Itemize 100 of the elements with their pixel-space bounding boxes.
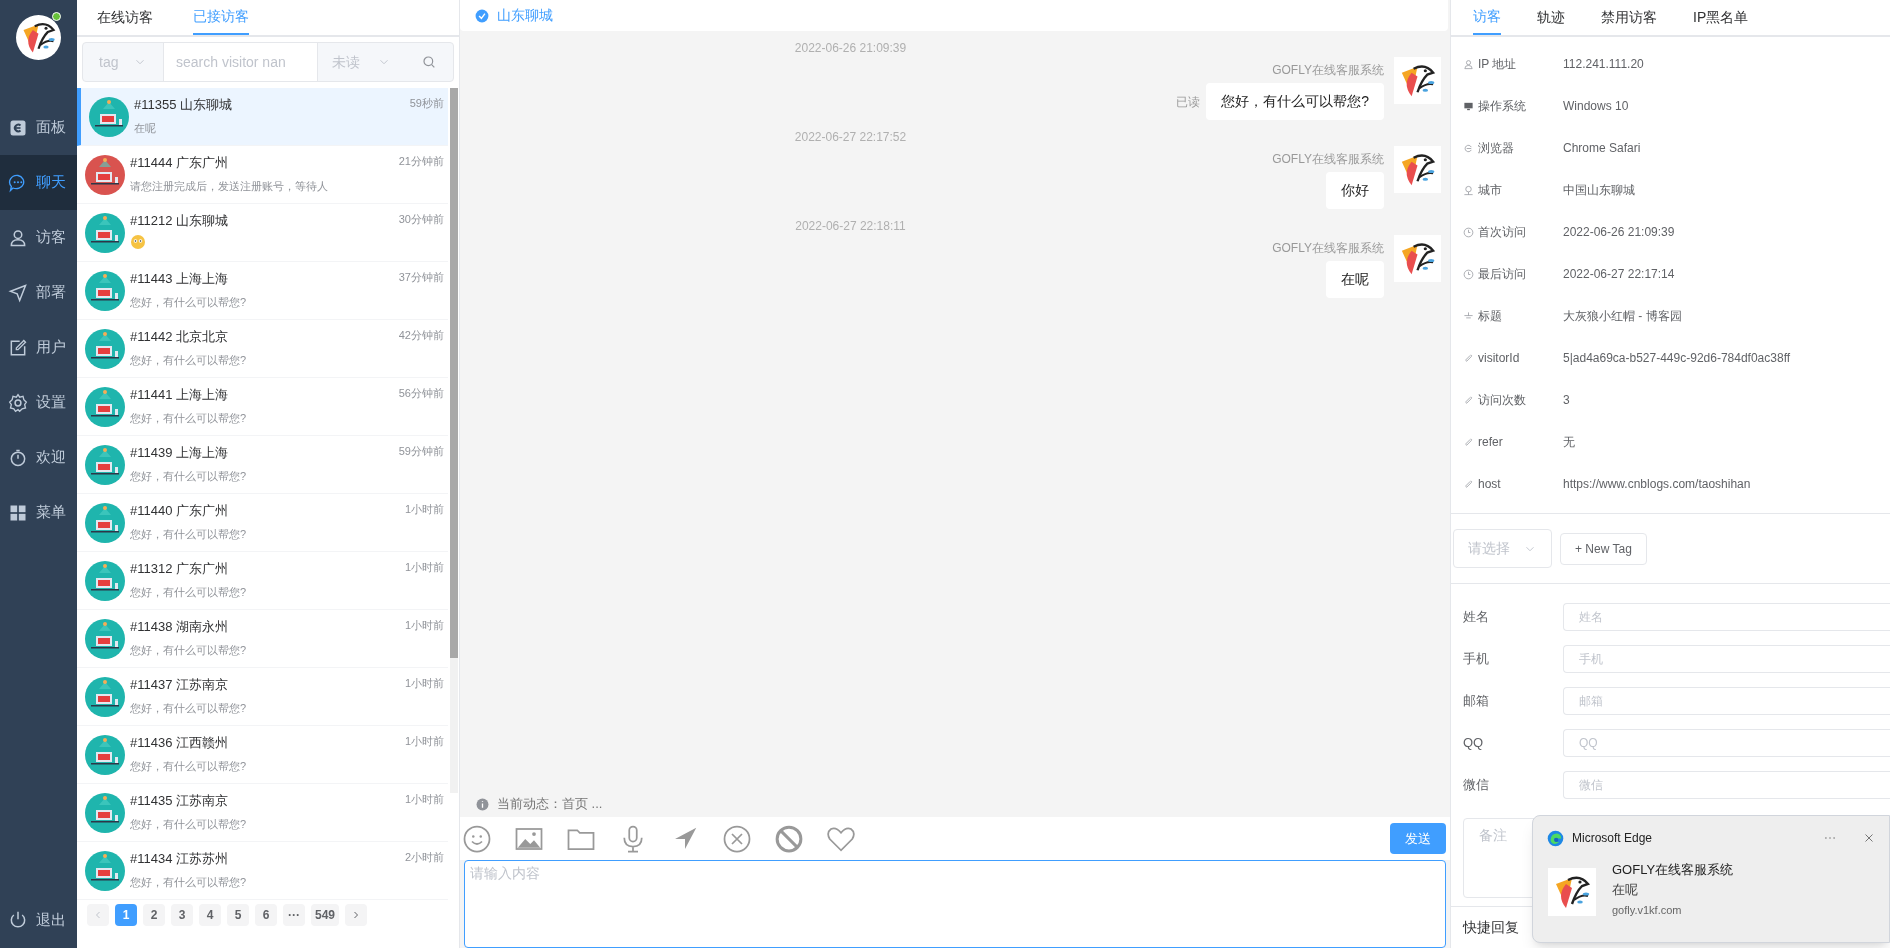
visit-time: 1小时前 (404, 502, 444, 517)
visitor-name: #11441 上海上海 (130, 386, 229, 404)
field-label: 姓名 (1463, 608, 1490, 627)
field-label: 微信 (1463, 776, 1490, 795)
page-button[interactable]: 5 (227, 904, 249, 926)
last-message: 请您注册完成后，发送注册账号，等待人 (130, 178, 329, 194)
info-value: Windows 10 (1563, 98, 1629, 115)
visitor-name: #11443 上海上海 (130, 270, 229, 288)
detail-tab[interactable]: 禁用访客 (1601, 0, 1657, 35)
page-button[interactable]: 3 (171, 904, 193, 926)
paperclip-icon (1463, 436, 1474, 448)
activity-text: 当前动态：首页 ... (497, 795, 603, 814)
scrollbar[interactable] (450, 88, 458, 793)
last-message: 您好，有什么可以帮您? (130, 874, 248, 890)
power-icon (8, 910, 28, 930)
block-icon (774, 823, 804, 854)
person-icon (1463, 58, 1474, 70)
visitor-name: #11444 广东广州 (130, 154, 229, 172)
read-status: 已读 (1176, 93, 1201, 111)
chat-visitor-name: 山东聊城 (497, 6, 553, 25)
logout-button[interactable]: 退出 (0, 900, 77, 940)
last-message: 在呢 (134, 120, 157, 136)
detail-tab[interactable]: IP黑名单 (1693, 0, 1749, 35)
input-field[interactable]: 邮箱 (1563, 687, 1890, 715)
page-button[interactable]: 4 (199, 904, 221, 926)
list-tab[interactable]: 在线访客 (97, 0, 153, 35)
paperclip-icon (1463, 478, 1474, 490)
visit-time: 1小时前 (404, 792, 444, 807)
page-button[interactable]: 2 (143, 904, 165, 926)
message-time: 2022-06-26 21:09:39 (794, 40, 907, 57)
last-message: 您好，有什么可以帮您? (130, 758, 248, 774)
nav-item[interactable]: 欢迎 (0, 430, 77, 485)
person-icon (8, 227, 28, 248)
close-icon (1863, 832, 1875, 844)
last-message: 您好，有什么可以帮您? (130, 468, 248, 484)
page-button[interactable]: 6 (255, 904, 277, 926)
toolbar-button[interactable] (462, 823, 492, 854)
new-tag-button[interactable]: + New Tag (1560, 532, 1647, 565)
stopwatch-icon (8, 447, 28, 468)
message-time: 2022-06-27 22:18:11 (795, 218, 906, 235)
notification-title: GOFLY在线客服系统 (1612, 861, 1734, 879)
sender-name: GOFLY在线客服系统 (1272, 240, 1384, 257)
message-input[interactable]: 请输入内容 (464, 860, 1446, 948)
last-message: 您好，有什么可以帮您? (130, 700, 248, 716)
nav-item[interactable]: 聊天 (0, 155, 77, 210)
visit-time: 2小时前 (404, 850, 444, 865)
quick-reply-heading: 快捷回复 (1463, 919, 1519, 935)
visit-time: 37分钟前 (398, 270, 444, 285)
monitor-icon (1463, 100, 1474, 112)
nav-item[interactable]: 菜单 (0, 485, 77, 540)
info-label: 浏览器 (1478, 140, 1514, 157)
logo-icon (16, 15, 61, 60)
nav-item[interactable]: 面板 (0, 100, 77, 155)
nav-item[interactable]: 用户 (0, 320, 77, 375)
edit-icon (8, 337, 28, 358)
visitor-name: #11439 上海上海 (130, 444, 229, 462)
input-field[interactable]: 微信 (1563, 771, 1890, 799)
visitor-name: #11436 江西赣州 (130, 734, 229, 752)
info-label: 操作系统 (1478, 98, 1526, 115)
info-label: 首次访问 (1478, 224, 1526, 241)
info-value: 2022-06-27 22:17:14 (1563, 266, 1675, 283)
visitor-item[interactable]: #11355 山东聊城 59秒前 在呢 (77, 88, 448, 146)
info-value: 3 (1563, 392, 1570, 409)
info-label: 最后访问 (1478, 266, 1526, 283)
location-icon (1463, 184, 1474, 196)
page-button[interactable]: 549 (311, 904, 340, 926)
visitor-name: #11312 广东广州 (130, 560, 229, 578)
agent-avatar-icon (1394, 146, 1441, 193)
close-circle-icon (722, 823, 752, 854)
info-label: host (1478, 476, 1501, 493)
sender-name: GOFLY在线客服系统 (1272, 151, 1384, 168)
notification-message: 在呢 (1612, 880, 1639, 899)
info-icon (476, 797, 489, 811)
input-field[interactable]: 姓名 (1563, 603, 1890, 631)
toolbar-button[interactable] (774, 823, 804, 854)
detail-tab[interactable]: 轨迹 (1537, 0, 1565, 35)
info-value: 5|ad4a69ca-b527-449c-92d6-784df0ac38ff (1563, 350, 1791, 367)
visitor-name: #11437 江苏南京 (130, 676, 229, 694)
message-bubble: 在呢 (1326, 261, 1384, 298)
info-value: 无 (1563, 434, 1575, 451)
settings-icon (8, 392, 28, 413)
input-field[interactable]: QQ (1563, 729, 1890, 757)
next-page-button[interactable] (345, 904, 368, 926)
last-message: 您好，有什么可以帮您? (130, 410, 248, 426)
toolbar-button[interactable] (722, 823, 752, 854)
visitor-name: #11212 山东聊城 (130, 212, 229, 230)
sender-name: GOFLY在线客服系统 (1272, 62, 1384, 79)
nav-item[interactable]: 部署 (0, 265, 77, 320)
info-value: 大灰狼小红帽 - 博客园 (1563, 308, 1682, 325)
page-button[interactable]: ··· (283, 904, 305, 926)
paperclip-icon (1463, 394, 1474, 406)
nav-item[interactable]: 访客 (0, 210, 77, 265)
last-message: 您好，有什么可以帮您? (130, 816, 248, 832)
visit-time: 1小时前 (404, 618, 444, 633)
visitor-name: #11438 湖南永州 (130, 618, 229, 636)
visitor-name: #11440 广东广州 (130, 502, 229, 520)
info-label: 城市 (1478, 182, 1502, 199)
input-field[interactable]: 手机 (1563, 645, 1890, 673)
visit-time: 56分钟前 (398, 386, 444, 401)
nav-item[interactable]: 设置 (0, 375, 77, 430)
